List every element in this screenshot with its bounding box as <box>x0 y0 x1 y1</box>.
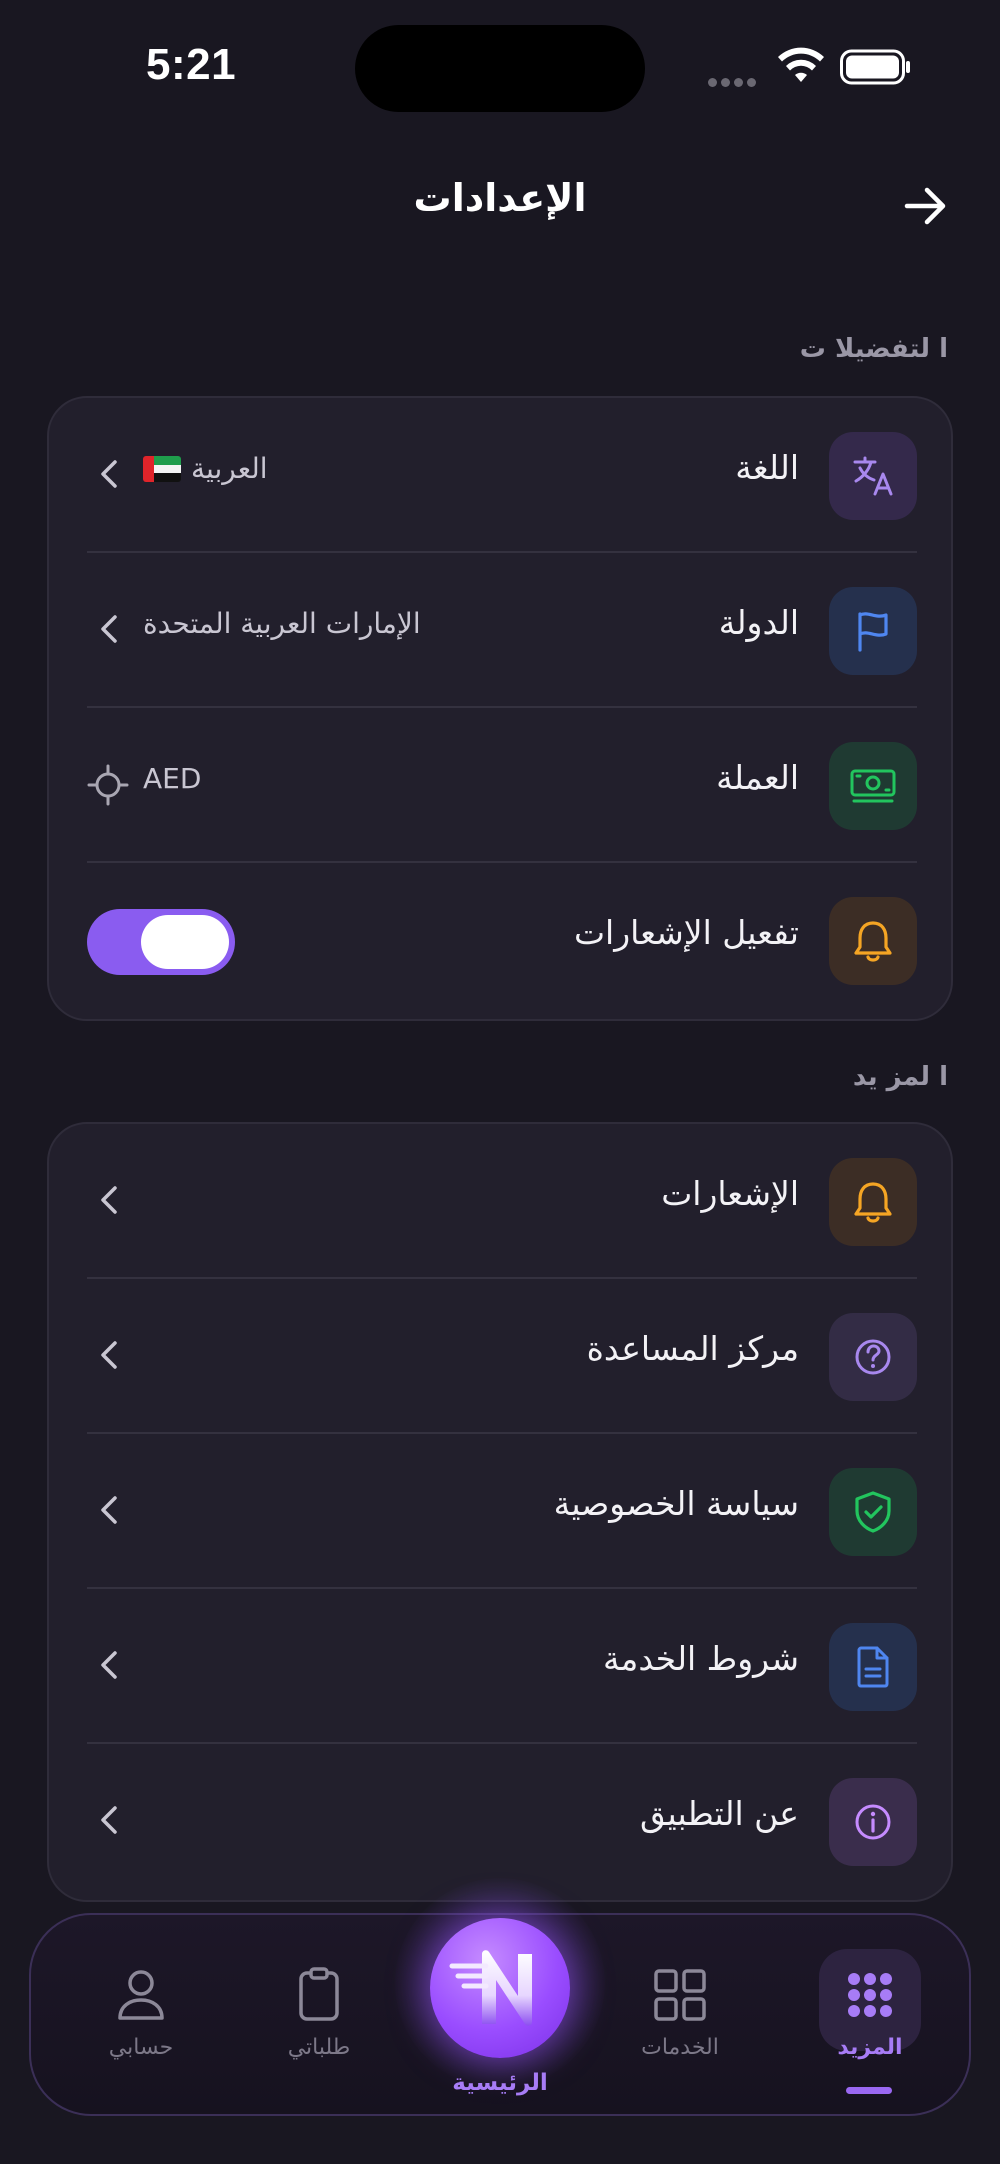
page-title: الإعدادات <box>413 176 587 220</box>
back-button[interactable] <box>900 180 952 232</box>
nav-active-indicator <box>846 2087 892 2094</box>
nav-label-home: الرئيسية <box>452 2070 548 2096</box>
preferences-card: اللغة العربية الدولة الإمارات العربية ال… <box>47 396 953 1021</box>
flag-icon <box>829 587 917 675</box>
help-circle-icon <box>829 1313 917 1401</box>
arrow-right-icon <box>904 187 946 225</box>
more-item-terms-of-service[interactable]: شروط الخدمة <box>49 1589 951 1744</box>
currency-value: AED <box>143 762 202 795</box>
more-item-label: سياسة الخصوصية <box>553 1484 799 1523</box>
notifications-toggle[interactable] <box>87 909 235 975</box>
crosshair-icon <box>87 764 129 806</box>
section-label-more: ا لمز يد <box>852 1062 948 1092</box>
more-item-label: شروط الخدمة <box>602 1639 799 1678</box>
home-button <box>430 1918 570 2058</box>
language-row[interactable]: اللغة العربية <box>49 398 951 553</box>
cellular-signal-icon <box>708 72 762 87</box>
info-icon <box>829 1778 917 1866</box>
more-item-label: مركز المساعدة <box>586 1329 799 1368</box>
translate-icon <box>829 432 917 520</box>
more-item-label: الإشعارات <box>661 1174 799 1213</box>
money-icon <box>829 742 917 830</box>
language-value-text: العربية <box>191 452 268 485</box>
bell-icon <box>829 897 917 985</box>
battery-icon <box>840 49 910 85</box>
chevron-left-icon <box>101 1186 117 1214</box>
nav-label-account: حسابي <box>108 2035 174 2060</box>
country-label: الدولة <box>718 603 799 642</box>
chevron-left-icon <box>101 1651 117 1679</box>
status-time: 5:21 <box>146 40 237 89</box>
more-item-help-center[interactable]: مركز المساعدة <box>49 1279 951 1434</box>
language-value: العربية <box>143 452 268 485</box>
bell-icon <box>829 1158 917 1246</box>
uae-flag-icon <box>143 455 181 482</box>
nav-item-account[interactable]: حسابي <box>66 1915 216 2118</box>
wifi-icon <box>778 47 824 82</box>
clipboard-icon <box>289 1965 349 2025</box>
nav-item-home[interactable]: الرئيسية <box>370 1878 630 2118</box>
more-item-notifications[interactable]: الإشعارات <box>49 1124 951 1279</box>
dots-grid-icon <box>840 1965 900 2025</box>
nav-item-more[interactable]: المزيد <box>795 1915 945 2118</box>
chevron-left-icon <box>101 615 117 643</box>
more-card: الإشعارات مركز المساعدة سياسة الخصوصية ش… <box>47 1122 953 1902</box>
app-logo-icon <box>449 1950 532 2026</box>
chevron-left-icon <box>101 460 117 488</box>
document-icon <box>829 1623 917 1711</box>
notifications-toggle-row: تفعيل الإشعارات <box>49 863 951 1018</box>
section-label-preferences: ا لتفضيلا ت <box>799 334 948 364</box>
dynamic-island <box>355 25 645 112</box>
more-item-label: عن التطبيق <box>640 1794 799 1833</box>
chevron-left-icon <box>101 1806 117 1834</box>
chevron-left-icon <box>101 1341 117 1369</box>
country-row[interactable]: الدولة الإمارات العربية المتحدة <box>49 553 951 708</box>
more-item-about-app[interactable]: عن التطبيق <box>49 1744 951 1899</box>
shield-check-icon <box>829 1468 917 1556</box>
language-label: اللغة <box>735 448 799 487</box>
currency-label: العملة <box>716 758 799 797</box>
chevron-left-icon <box>101 1496 117 1524</box>
user-icon <box>111 1965 171 2025</box>
grid-icon <box>650 1965 710 2025</box>
nav-label-more: المزيد <box>837 2035 903 2060</box>
currency-row[interactable]: العملة AED <box>49 708 951 863</box>
more-item-privacy-policy[interactable]: سياسة الخصوصية <box>49 1434 951 1589</box>
settings-screen: 5:21 الإعدادات ا لتفضيلا ت اللغة العربية… <box>0 0 1000 2164</box>
notifications-toggle-label: تفعيل الإشعارات <box>573 913 799 952</box>
country-value: الإمارات العربية المتحدة <box>143 607 421 640</box>
toggle-knob <box>141 915 229 969</box>
